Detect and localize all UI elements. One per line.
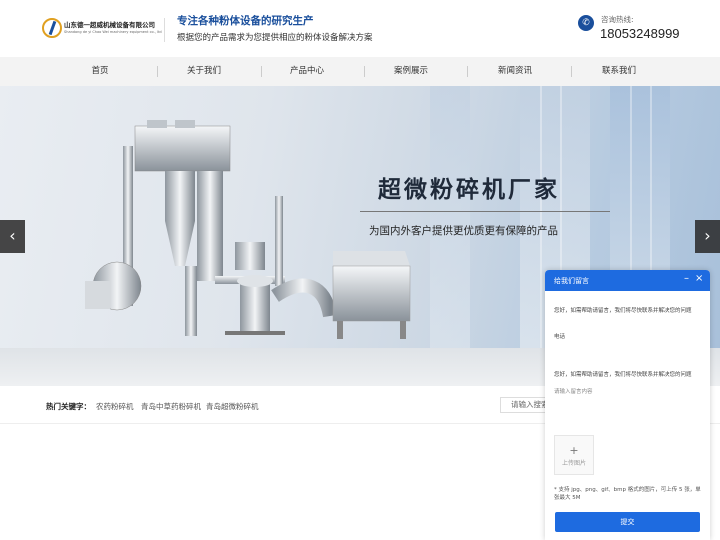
header-divider <box>164 18 165 42</box>
banner-next-button[interactable]: › <box>695 220 720 253</box>
minimize-icon[interactable]: – <box>684 273 689 284</box>
upload-image-label: 上传图片 <box>561 460 586 467</box>
company-name-en: Shandong de yi Chao Wei machinery equipm… <box>64 30 162 34</box>
hotline-number: 18053248999 <box>600 26 680 41</box>
background-building <box>430 86 470 348</box>
close-icon[interactable]: × <box>695 273 703 284</box>
company-logo[interactable]: 山东德一超威机械设备有限公司 Shandong de yi Chao Wei m… <box>42 16 162 40</box>
banner-rule <box>360 211 610 212</box>
phone-field-label[interactable]: 电话 <box>554 332 565 340</box>
message-widget-header: 给我们留言 – × <box>545 270 710 291</box>
nav-item-news[interactable]: 新闻资讯 <box>463 57 567 86</box>
banner-prev-button[interactable]: ‹ <box>0 220 25 253</box>
upload-image-button[interactable]: + 上传图片 <box>554 435 594 475</box>
submit-button[interactable]: 提交 <box>555 512 700 532</box>
keywords-label: 热门关键字： <box>46 402 91 411</box>
nav-item-contact[interactable]: 联系我们 <box>567 57 671 86</box>
nav-item-about[interactable]: 关于我们 <box>152 57 256 86</box>
chat-greeting: 您好，如需帮助请留言，我们将尽快联系并解决您的问题 <box>554 308 692 314</box>
plus-icon: + <box>569 444 579 457</box>
keyword-link[interactable]: 农药粉碎机 <box>96 401 134 412</box>
message-widget-title: 给我们留言 <box>554 277 589 285</box>
message-widget: 给我们留言 – × 您好，如需帮助请留言，我们将尽快联系并解决您的问题 电话 您… <box>545 270 710 540</box>
banner-subtitle: 为国内外客户提供更优质更有保障的产品 <box>369 225 558 237</box>
building-line <box>540 86 542 348</box>
nav-item-cases[interactable]: 案例展示 <box>359 57 463 86</box>
chevron-right-icon: › <box>704 226 711 245</box>
main-nav: 首页 关于我们 产品中心 案例展示 新闻资讯 联系我们 <box>0 57 720 86</box>
slogan-main: 专注各种粉体设备的研究生产 <box>177 15 314 27</box>
search-input[interactable]: 请输入搜索 <box>500 397 550 413</box>
chat-greeting-2: 您好，如需帮助请留言，我们将尽快联系并解决您的问题 <box>554 372 692 378</box>
nav-item-home[interactable]: 首页 <box>48 57 152 86</box>
phone-icon: ✆ <box>578 15 594 31</box>
hotline-label: 咨询热线: <box>601 15 634 24</box>
nav-item-products[interactable]: 产品中心 <box>255 57 359 86</box>
keyword-link[interactable]: 青岛中草药粉碎机 <box>141 401 201 412</box>
company-name-cn: 山东德一超威机械设备有限公司 <box>64 21 155 29</box>
site-header: 山东德一超威机械设备有限公司 Shandong de yi Chao Wei m… <box>0 0 720 57</box>
chevron-left-icon: ‹ <box>9 226 16 245</box>
keyword-link[interactable]: 青岛超微粉碎机 <box>206 401 259 412</box>
upload-note: * 支持 jpg、png、gif、bmp 格式的图片，可上传 5 张，单张最大 … <box>554 487 701 501</box>
slogan-sub: 根据您的产品需求为您提供相应的粉体设备解决方案 <box>177 33 373 43</box>
banner-title: 超微粉碎机厂家 <box>378 177 560 203</box>
message-textarea[interactable]: 请输入留言内容 <box>554 387 704 395</box>
logo-icon <box>42 18 62 38</box>
